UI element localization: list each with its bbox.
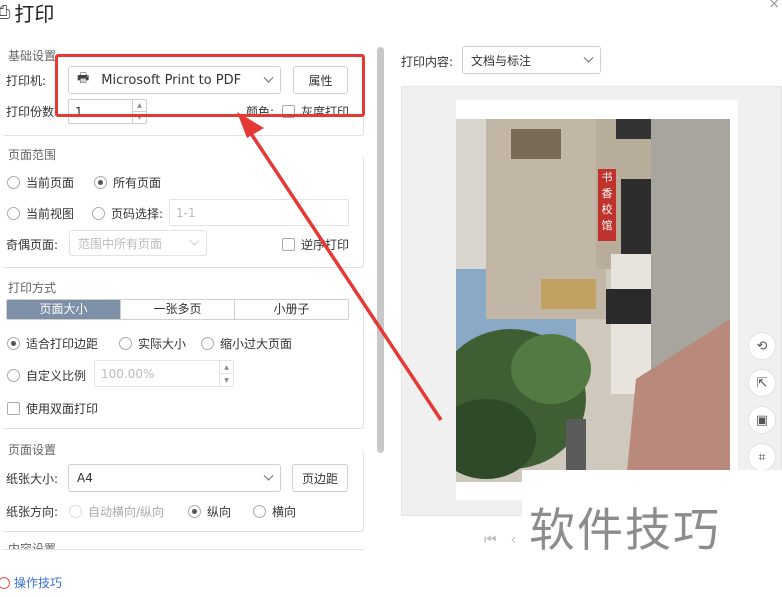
tips-link-label: 操作技巧 bbox=[14, 576, 63, 590]
tips-icon bbox=[0, 576, 10, 589]
tips-link[interactable]: 操作技巧 bbox=[0, 574, 62, 591]
annotation-arrow bbox=[237, 112, 443, 421]
